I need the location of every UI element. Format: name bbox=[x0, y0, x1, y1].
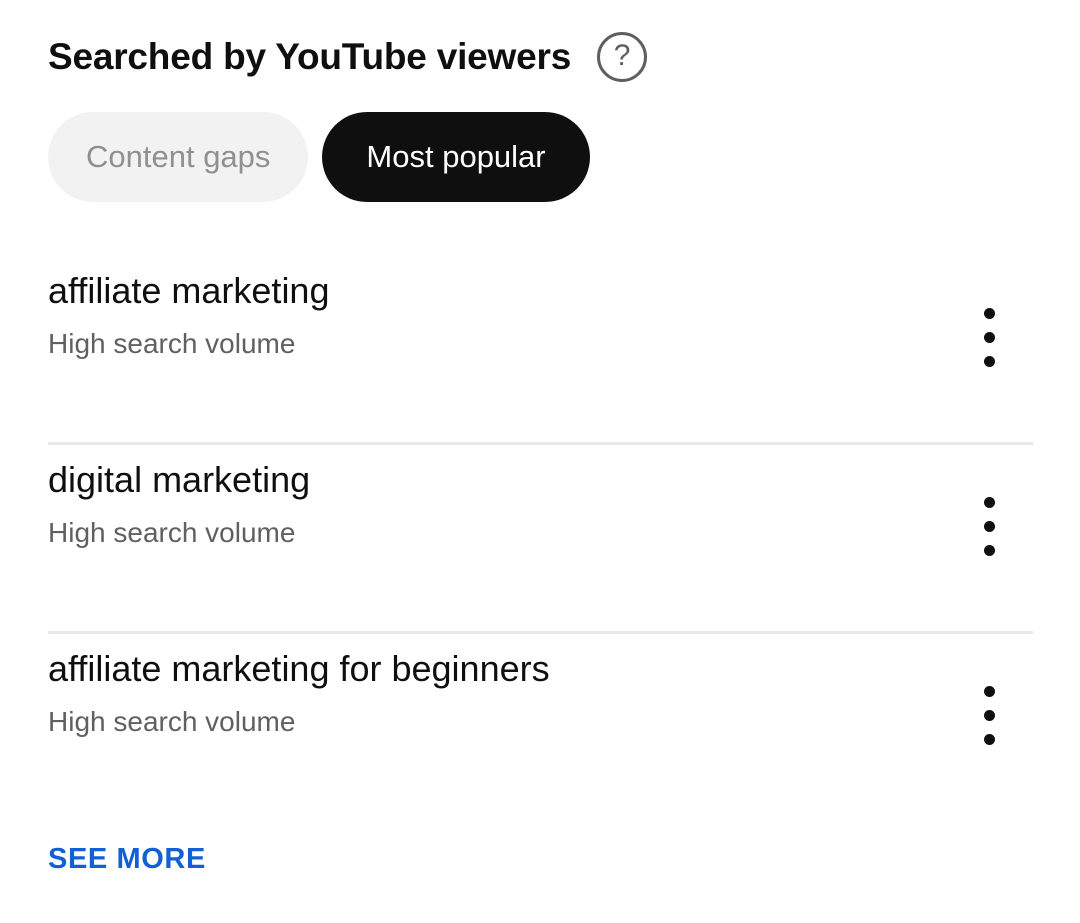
kebab-dot bbox=[983, 355, 995, 367]
keyword-row-content: digital marketing High search volume bbox=[48, 445, 1032, 607]
help-icon-glyph: ? bbox=[613, 39, 631, 72]
table-row[interactable]: affiliate marketing High search volume bbox=[0, 256, 1080, 445]
search-volume-label: High search volume bbox=[48, 327, 296, 359]
search-volume-label: High search volume bbox=[48, 705, 296, 737]
kebab-dot bbox=[983, 331, 995, 343]
chip-most-popular[interactable]: Most popular bbox=[322, 112, 590, 202]
help-circle-icon[interactable]: ? bbox=[597, 32, 648, 82]
keyword-row-text: affiliate marketing High search volume bbox=[48, 256, 329, 360]
table-row[interactable]: affiliate marketing for beginners High s… bbox=[0, 634, 1080, 823]
kebab-dot bbox=[983, 733, 995, 745]
more-vertical-icon[interactable] bbox=[959, 634, 1019, 796]
searched-by-youtube-viewers-panel: Searched by YouTube viewers ? Content ga… bbox=[0, 0, 1080, 923]
filter-chip-group: Content gaps Most popular bbox=[48, 112, 590, 202]
kebab-dot bbox=[983, 307, 995, 319]
chip-content-gaps[interactable]: Content gaps bbox=[48, 112, 309, 202]
keyword-row-content: affiliate marketing for beginners High s… bbox=[48, 634, 1032, 796]
keyword-row-text: affiliate marketing for beginners High s… bbox=[48, 634, 550, 738]
search-volume-label: High search volume bbox=[48, 516, 296, 548]
chip-most-popular-label: Most popular bbox=[366, 139, 546, 174]
panel-footer: SEE MORE bbox=[48, 843, 206, 876]
more-vertical-icon[interactable] bbox=[959, 256, 1019, 418]
kebab-dot bbox=[983, 544, 995, 556]
kebab-dot bbox=[983, 709, 995, 721]
keyword-title: digital marketing bbox=[48, 459, 311, 500]
keyword-row-text: digital marketing High search volume bbox=[48, 445, 310, 549]
table-row[interactable]: digital marketing High search volume bbox=[0, 445, 1080, 634]
keyword-row-content: affiliate marketing High search volume bbox=[48, 256, 1032, 418]
see-more-button[interactable]: SEE MORE bbox=[48, 843, 206, 876]
page-title: Searched by YouTube viewers bbox=[48, 35, 572, 77]
more-vertical-icon[interactable] bbox=[959, 445, 1019, 607]
keyword-title: affiliate marketing for beginners bbox=[48, 648, 550, 689]
kebab-dot bbox=[983, 520, 995, 532]
panel-header: Searched by YouTube viewers ? bbox=[48, 24, 648, 88]
kebab-dot bbox=[983, 685, 995, 697]
kebab-dot bbox=[983, 496, 995, 508]
keyword-title: affiliate marketing bbox=[48, 270, 330, 311]
keyword-list: affiliate marketing High search volume d… bbox=[0, 256, 1080, 823]
chip-content-gaps-label: Content gaps bbox=[86, 139, 271, 174]
